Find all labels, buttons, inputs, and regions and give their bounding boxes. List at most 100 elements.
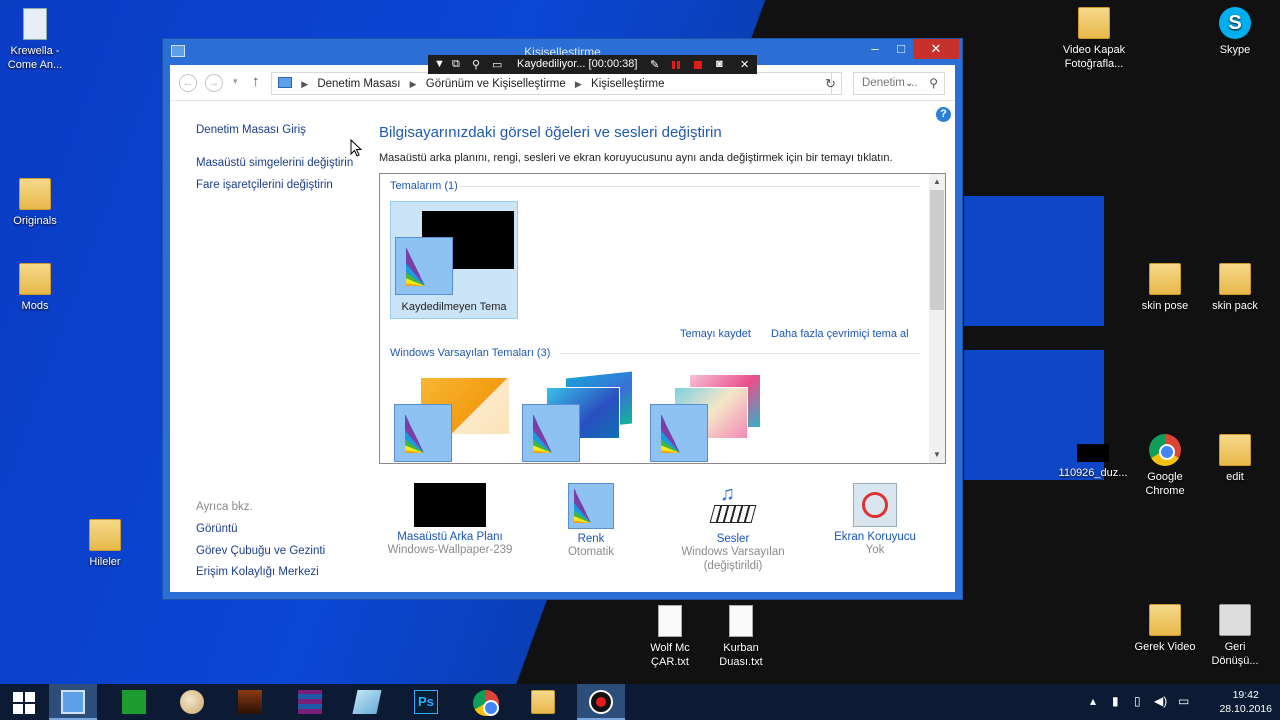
color-item[interactable]: Renk Otomatik (516, 483, 666, 559)
desktop-icon-skin-pack[interactable]: skin pack (1197, 263, 1273, 313)
back-button[interactable]: ← (179, 74, 197, 92)
desktop-icon-label: Hileler (89, 556, 121, 568)
desktop-icon-krewella[interactable]: Krewella - Come An... (0, 8, 73, 72)
screen-saver-value: Yok (865, 544, 885, 556)
recorder-menu-icon[interactable]: ▼ (434, 58, 445, 70)
desktop-icon-chrome[interactable]: Google Chrome (1127, 434, 1203, 498)
personalization-window: Kişiselleştirme – □ ✕ ← → ▾ ↑ ▶ Denetim … (162, 38, 963, 600)
store-icon (122, 690, 146, 714)
pen-icon[interactable]: ✎ (650, 58, 659, 71)
minimize-button[interactable]: – (861, 39, 889, 59)
taskbar-navigation-link[interactable]: Görev Çubuğu ve Gezinti (196, 544, 325, 558)
sounds-item[interactable]: ♫ Sesler Windows Varsayılan (değiştirild… (658, 483, 808, 573)
taskbar-notes[interactable] (343, 684, 391, 720)
maximize-button[interactable]: □ (887, 39, 915, 59)
recorder-region-icon[interactable]: ▭ (492, 58, 502, 71)
network-icon[interactable]: ▮ (1112, 694, 1119, 708)
search-icon: ⚲ (929, 76, 938, 90)
close-button[interactable]: ✕ (913, 39, 959, 59)
taskbar-store[interactable] (110, 684, 158, 720)
chevron-right-icon: ▶ (301, 79, 309, 89)
theme-unsaved[interactable]: Kaydedilmeyen Tema (390, 201, 518, 319)
taskbar-winrar[interactable] (286, 684, 334, 720)
taskbar-paint[interactable] (168, 684, 216, 720)
taskbar-photoshop[interactable]: Ps (402, 684, 450, 720)
scroll-down-icon[interactable]: ▼ (929, 450, 945, 459)
desktop-icon-mods[interactable]: Mods (0, 263, 73, 313)
screen-saver-item[interactable]: Ekran Koruyucu Yok (800, 483, 950, 557)
breadcrumb-appearance[interactable]: Görünüm ve Kişiselleştirme (426, 78, 566, 90)
desktop-icon-gerek-video[interactable]: Gerek Video (1127, 604, 1203, 654)
theme-list-scrollbar[interactable]: ▲ ▼ (929, 174, 945, 463)
window-client: ← → ▾ ↑ ▶ Denetim Masası ▶ Görünüm ve Ki… (170, 65, 955, 592)
theme-settings-bar: Masaüstü Arka Planı Windows-Wallpaper-23… (379, 483, 946, 615)
desktop-icon-label: Video Kapak Fotoğrafla... (1062, 44, 1126, 70)
search-input[interactable]: Denetim ... ⚲ (853, 72, 945, 95)
desktop-icon-recycle-bin[interactable]: Geri Dönüşü... (1197, 604, 1273, 668)
camera-icon[interactable]: ◙ (716, 58, 723, 70)
change-mouse-pointers-link[interactable]: Fare işaretçilerini değiştirin (196, 178, 333, 192)
recorder-zoom-icon[interactable]: ⚲ (472, 58, 480, 71)
desktop-icon-skype[interactable]: S Skype (1197, 7, 1273, 57)
folder-icon (1149, 604, 1181, 636)
refresh-button[interactable]: ↻ (820, 72, 842, 95)
breadcrumb-personalization[interactable]: Kişiselleştirme (591, 78, 665, 90)
theme-windows[interactable] (390, 369, 518, 463)
taskbar-chrome[interactable] (461, 684, 509, 720)
desktop-icon-hileler[interactable]: Hileler (67, 519, 143, 569)
taskbar-file-explorer[interactable] (519, 684, 567, 720)
display-link[interactable]: Görüntü (196, 522, 238, 536)
sounds-title: Sesler (716, 533, 750, 545)
change-desktop-icons-link[interactable]: Masaüstü simgelerini değiştirin (196, 156, 353, 170)
desktop-icon-video-file[interactable]: 110926_duz... (1055, 434, 1131, 480)
clock-time: 19:42 (1232, 689, 1259, 701)
taskbar-recorder[interactable] (577, 684, 625, 720)
desktop-background-item[interactable]: Masaüstü Arka Planı Windows-Wallpaper-23… (375, 483, 525, 557)
pause-icon[interactable] (672, 60, 680, 72)
desktop-background-icon (414, 483, 486, 527)
sounds-value: Windows Varsayılan (değiştirildi) (681, 546, 785, 572)
control-panel-home-link[interactable]: Denetim Masası Giriş (196, 123, 306, 137)
battery-icon[interactable]: ▯ (1134, 694, 1141, 708)
group-divider (560, 353, 920, 354)
color-palette-icon (394, 404, 452, 462)
desktop-icon-video-kapak[interactable]: Video Kapak Fotoğrafla... (1056, 7, 1132, 71)
recorder-window-icon[interactable]: ⧉ (452, 58, 460, 71)
get-online-themes-link[interactable]: Daha fazla çevrimiçi tema al (771, 328, 909, 340)
address-bar[interactable]: ▶ Denetim Masası ▶ Görünüm ve Kişiselleş… (271, 72, 913, 95)
theme-flowers[interactable] (650, 369, 778, 463)
desktop-icon-edit[interactable]: edit (1197, 434, 1273, 484)
taskbar-control-panel[interactable] (49, 684, 97, 720)
recent-locations-icon[interactable]: ▾ (233, 76, 238, 87)
up-button[interactable]: ↑ (252, 73, 260, 90)
theme-lines-and-colors[interactable] (522, 369, 650, 463)
action-center-icon[interactable]: ▭ (1178, 694, 1189, 708)
skype-icon: S (1219, 7, 1251, 39)
ease-of-access-link[interactable]: Erişim Kolaylığı Merkezi (196, 565, 319, 579)
clock[interactable]: 19:42 28.10.2016 (1219, 688, 1272, 716)
notes-icon (352, 690, 382, 714)
screen-saver-icon (853, 483, 897, 527)
color-palette-icon (395, 237, 453, 295)
desktop-icon-label: Wolf Mc ÇAR.txt (650, 642, 690, 668)
save-theme-link[interactable]: Temayı kaydet (680, 328, 751, 340)
desktop-icon-label: skin pack (1212, 300, 1258, 312)
volume-icon[interactable]: ◀) (1154, 694, 1167, 708)
help-icon[interactable]: ? (936, 107, 951, 122)
scroll-up-icon[interactable]: ▲ (929, 177, 945, 186)
theme-list: Temalarım (1) Kaydedilmeyen Tema Temayı … (379, 173, 946, 464)
start-button[interactable] (0, 684, 48, 720)
wallpaper-pane (964, 196, 1104, 326)
show-hidden-icons[interactable]: ▴ (1090, 694, 1096, 708)
desktop-icon-skin-pose[interactable]: skin pose (1127, 263, 1203, 313)
chevron-right-icon: ▶ (574, 79, 582, 89)
forward-button[interactable]: → (205, 74, 223, 92)
breadcrumb-control-panel[interactable]: Denetim Masası (317, 78, 400, 90)
scrollbar-thumb[interactable] (930, 190, 944, 310)
close-icon[interactable]: ✕ (740, 58, 749, 71)
recycle-bin-icon (1219, 604, 1251, 636)
taskbar-game[interactable] (226, 684, 274, 720)
desktop-icon-label: Mods (21, 300, 49, 312)
stop-icon[interactable] (694, 60, 702, 72)
desktop-icon-originals[interactable]: Originals (0, 178, 73, 228)
